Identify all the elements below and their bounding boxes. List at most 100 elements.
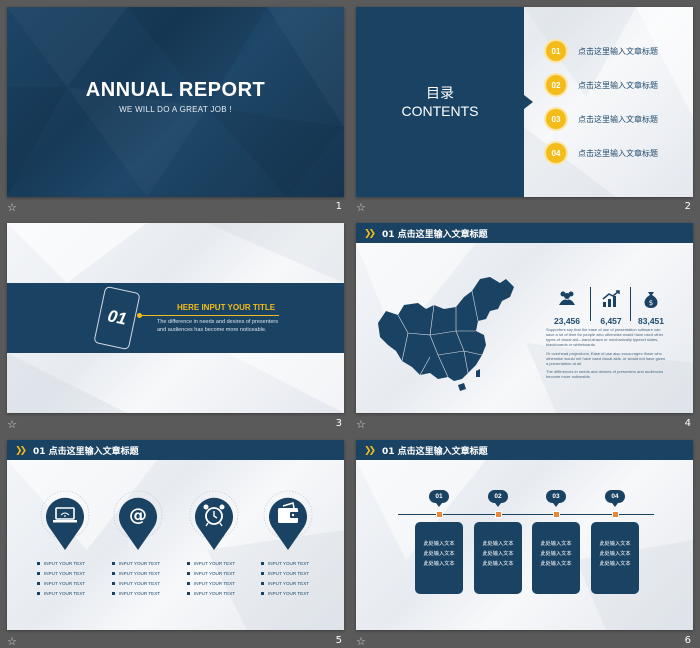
accent-dot bbox=[137, 313, 142, 318]
contents-title-zh: 目录 bbox=[426, 86, 454, 102]
at-sign-icon: @ bbox=[129, 505, 147, 526]
timeline-node bbox=[436, 511, 443, 518]
stat-money: $ 83,451 bbox=[632, 289, 670, 326]
double-chevron-icon: ❯❯ bbox=[364, 228, 376, 238]
toc-item-2[interactable]: 02 点击这里输入文章标题 bbox=[546, 75, 658, 95]
list-item: INPUT YOUR TEXT bbox=[112, 588, 182, 598]
slide-number: 6 bbox=[684, 635, 691, 646]
china-map-icon bbox=[378, 277, 514, 391]
star-icon[interactable]: ☆ bbox=[7, 635, 17, 648]
toc-item-4[interactable]: 04 点击这里输入文章标题 bbox=[546, 143, 658, 163]
chart-growth-icon bbox=[602, 290, 620, 307]
list-item: INPUT YOUR TEXT bbox=[112, 558, 182, 568]
slide-thumbnail-6[interactable]: ❯❯ 01 点击这里输入文章标题 01 此处输入文本 此处输入文本 此处输入文本… bbox=[356, 440, 693, 630]
list-item: INPUT YOUR TEXT bbox=[112, 578, 182, 588]
double-chevron-icon: ❯❯ bbox=[364, 445, 376, 455]
card-text: 此处输入文本 bbox=[599, 551, 631, 557]
star-icon[interactable]: ☆ bbox=[356, 418, 366, 431]
timeline-badge: 01 bbox=[429, 490, 449, 507]
slide-header-title: 01 点击这里输入文章标题 bbox=[33, 447, 139, 457]
slide-header-bar: ❯❯ 01 点击这里输入文章标题 bbox=[356, 223, 693, 243]
column-list-2: INPUT YOUR TEXT INPUT YOUR TEXT INPUT YO… bbox=[112, 558, 182, 598]
slide-header-title: 01 点击这里输入文章标题 bbox=[382, 447, 488, 457]
timeline-card-2: 此处输入文本 此处输入文本 此处输入文本 bbox=[474, 522, 522, 594]
timeline-node bbox=[553, 511, 560, 518]
toc-label: 点击这里输入文章标题 bbox=[578, 46, 658, 56]
star-icon[interactable]: ☆ bbox=[7, 201, 17, 214]
toc-item-1[interactable]: 01 点击这里输入文章标题 bbox=[546, 41, 658, 61]
card-text: 此处输入文本 bbox=[540, 561, 572, 567]
slide-thumbnail-3[interactable]: 01 HERE INPUT YOUR TITLE The difference … bbox=[7, 223, 344, 413]
slide-header-title: 01 点击这里输入文章标题 bbox=[382, 230, 488, 240]
card-text: 此处输入文本 bbox=[599, 541, 631, 547]
slide-header-bar: ❯❯ 01 点击这里输入文章标题 bbox=[7, 440, 344, 460]
slide-number: 1 bbox=[335, 201, 342, 212]
slide-subtitle: WE WILL DO A GREAT JOB ! bbox=[119, 105, 232, 114]
card-text: 此处输入文本 bbox=[482, 541, 514, 547]
slide-thumbnail-1[interactable]: ANNUAL REPORT WE WILL DO A GREAT JOB ! bbox=[7, 7, 344, 197]
card-text: 此处输入文本 bbox=[540, 541, 572, 547]
list-item: INPUT YOUR TEXT bbox=[37, 568, 107, 578]
slide-title: ANNUAL REPORT bbox=[85, 79, 266, 101]
timeline-badge: 03 bbox=[546, 490, 566, 507]
slide-footer-6: ☆ 6 bbox=[356, 635, 693, 648]
toc-item-3[interactable]: 03 点击这里输入文章标题 bbox=[546, 109, 658, 129]
list-item: INPUT YOUR TEXT bbox=[112, 568, 182, 578]
toc-badge: 03 bbox=[546, 109, 566, 129]
card-text: 此处输入文本 bbox=[599, 561, 631, 567]
money-bag-icon: $ bbox=[644, 292, 658, 308]
description-paragraph: Supporters say that the ease of use of p… bbox=[546, 327, 664, 347]
toc-label: 点击这里输入文章标题 bbox=[578, 114, 658, 124]
star-icon[interactable]: ☆ bbox=[7, 418, 17, 431]
stat-value: 6,457 bbox=[600, 316, 622, 326]
card-text: 此处输入文本 bbox=[482, 561, 514, 567]
description-paragraph: The differences in needs and desires of … bbox=[546, 369, 664, 379]
accent-line bbox=[139, 315, 279, 316]
people-icon bbox=[559, 291, 575, 305]
slide-thumbnail-5[interactable]: ❯❯ 01 点击这里输入文章标题 @ INPUT YOUR TEXT INPUT… bbox=[7, 440, 344, 630]
pin-at: @ bbox=[113, 490, 163, 550]
list-item: INPUT YOUR TEXT bbox=[187, 588, 257, 598]
description-paragraph: Or overhead projections. Ease of use als… bbox=[546, 351, 666, 366]
timeline-node bbox=[612, 511, 619, 518]
timeline-card-4: 此处输入文本 此处输入文本 此处输入文本 bbox=[591, 522, 639, 594]
pin-clock bbox=[189, 490, 239, 550]
slide-footer-2: ☆ 2 bbox=[356, 201, 693, 215]
slide-thumbnail-2[interactable]: 目录 CONTENTS 01 点击这里输入文章标题 02 点击这里输入文章标题 … bbox=[356, 7, 693, 197]
card-text: 此处输入文本 bbox=[482, 551, 514, 557]
stat-divider bbox=[590, 287, 591, 321]
slide-footer-1: ☆ 1 bbox=[7, 201, 344, 215]
list-item: INPUT YOUR TEXT bbox=[261, 588, 331, 598]
toc-label: 点击这里输入文章标题 bbox=[578, 148, 658, 158]
pin-wallet bbox=[263, 490, 313, 550]
list-item: INPUT YOUR TEXT bbox=[261, 558, 331, 568]
slide-footer-4: ☆ 4 bbox=[356, 418, 693, 432]
column-list-1: INPUT YOUR TEXT INPUT YOUR TEXT INPUT YO… bbox=[37, 558, 107, 598]
list-item: INPUT YOUR TEXT bbox=[37, 558, 107, 568]
card-text: 此处输入文本 bbox=[540, 551, 572, 557]
slide-footer-3: ☆ 3 bbox=[7, 418, 344, 432]
section-heading: HERE INPUT YOUR TITLE bbox=[177, 303, 276, 312]
slide-thumbnail-4[interactable]: ❯❯ 01 点击这里输入文章标题 23,456 6,457 $ 83,451 S… bbox=[356, 223, 693, 413]
list-item: INPUT YOUR TEXT bbox=[261, 578, 331, 588]
stat-divider bbox=[630, 287, 631, 321]
section-body: The difference in needs and desires of p… bbox=[157, 319, 278, 333]
polygon-background bbox=[7, 7, 344, 197]
toc-badge: 02 bbox=[546, 75, 566, 95]
timeline-card-1: 此处输入文本 此处输入文本 此处输入文本 bbox=[415, 522, 463, 594]
timeline-badge: 02 bbox=[488, 490, 508, 507]
list-item: INPUT YOUR TEXT bbox=[37, 578, 107, 588]
card-text: 此处输入文本 bbox=[423, 561, 455, 567]
contents-title-en: CONTENTS bbox=[401, 103, 479, 119]
star-icon[interactable]: ☆ bbox=[356, 201, 366, 214]
slide-number: 2 bbox=[684, 201, 691, 212]
slide-footer-5: ☆ 5 bbox=[7, 635, 344, 648]
column-list-4: INPUT YOUR TEXT INPUT YOUR TEXT INPUT YO… bbox=[261, 558, 331, 598]
column-list-3: INPUT YOUR TEXT INPUT YOUR TEXT INPUT YO… bbox=[187, 558, 257, 598]
slide-number: 3 bbox=[335, 418, 342, 429]
star-icon[interactable]: ☆ bbox=[356, 635, 366, 648]
toc-label: 点击这里输入文章标题 bbox=[578, 80, 658, 90]
timeline-node bbox=[495, 511, 502, 518]
timeline-card-3: 此处输入文本 此处输入文本 此处输入文本 bbox=[532, 522, 580, 594]
toc-badge: 01 bbox=[546, 41, 566, 61]
